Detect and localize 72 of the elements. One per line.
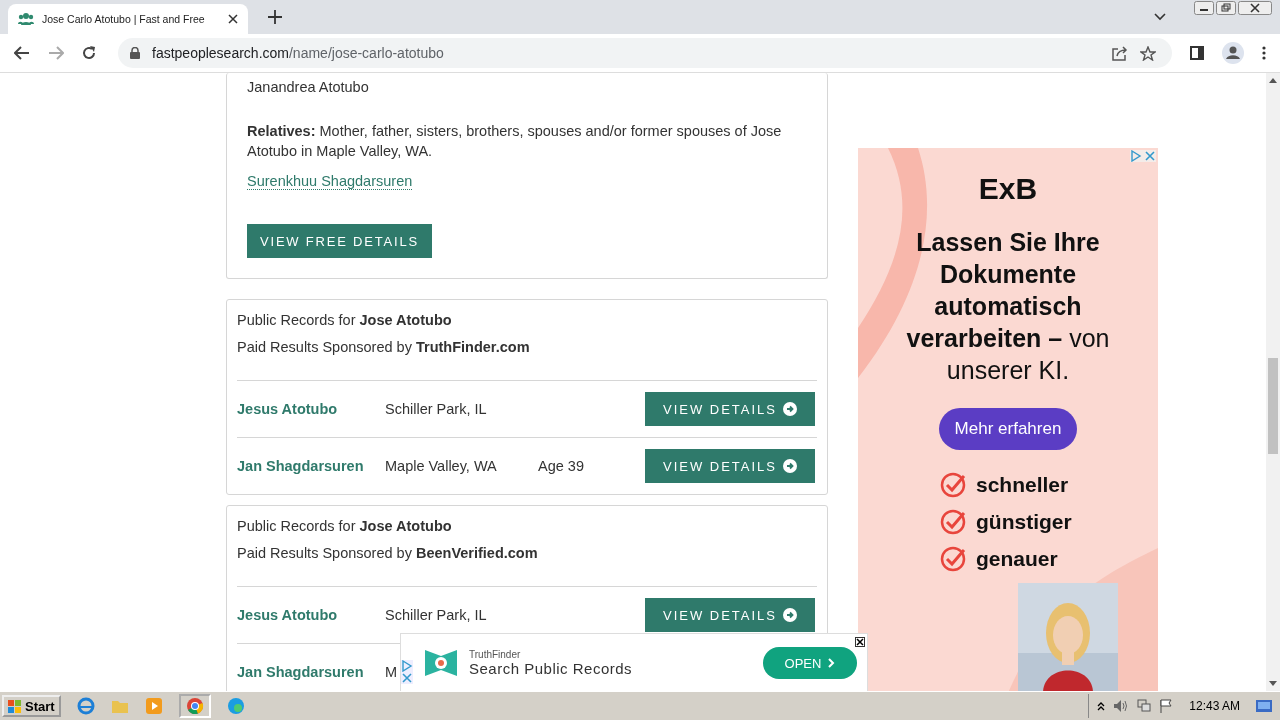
side-panel-icon[interactable] (1190, 46, 1204, 60)
location-text: Maple Valley, WA (385, 458, 497, 474)
check-circle-icon (940, 472, 966, 498)
relative-link[interactable]: Surenkhuu Shagdarsuren (247, 173, 413, 190)
learn-more-button[interactable]: Mehr erfahren (938, 408, 1078, 450)
arrow-circle-icon (783, 402, 798, 416)
person-name-link[interactable]: Jan Shagdarsuren (237, 664, 385, 680)
ad-title: Search Public Records (469, 660, 633, 677)
caret-up-icon[interactable] (1097, 701, 1106, 711)
network-icon[interactable] (1137, 699, 1152, 713)
view-details-button[interactable]: VIEW DETAILS (645, 598, 815, 632)
minimize-icon[interactable] (1194, 1, 1214, 15)
people-icon (18, 12, 34, 26)
advertiser-name: TruthFinder (469, 649, 522, 660)
arrow-circle-icon (783, 459, 798, 473)
scroll-up-icon[interactable] (1269, 78, 1277, 83)
sticky-ad-banner[interactable]: TruthFinder Search Public Records OPEN (400, 633, 868, 691)
chevron-right-icon (827, 658, 836, 668)
sponsor-text: Paid Results Sponsored by TruthFinder.com (237, 339, 531, 357)
check-circle-icon (940, 509, 966, 535)
person-name-link[interactable]: Jan Shagdarsuren (237, 458, 385, 474)
address-bar[interactable]: fastpeoplesearch.com/name/jose-carlo-atotubo (118, 38, 1172, 68)
ad-choices-icon[interactable] (401, 660, 413, 672)
restore-icon[interactable] (1216, 1, 1236, 15)
menu-icon[interactable] (1262, 46, 1266, 60)
back-icon[interactable] (14, 46, 30, 60)
close-icon[interactable] (228, 14, 238, 24)
check-circle-icon (940, 546, 966, 572)
location-text: Schiller Park, IL (385, 607, 487, 623)
benefit-text: günstiger (976, 510, 1072, 534)
location-text: Schiller Park, IL (385, 401, 487, 417)
profile-icon[interactable] (1222, 42, 1244, 64)
relative-name: Janandrea Atotubo (247, 79, 369, 95)
person-name-link[interactable]: Jesus Atotubo (237, 607, 385, 623)
open-button[interactable]: OPEN (763, 647, 857, 679)
url-text: fastpeoplesearch.com/name/jose-carlo-atotubo (152, 45, 444, 61)
flag-icon[interactable] (1159, 699, 1174, 713)
browser-icon[interactable] (76, 697, 95, 715)
records-title: Public Records for Jose Atotubo (237, 518, 453, 536)
new-tab-icon[interactable] (268, 10, 282, 24)
scrollbar-thumb[interactable] (1268, 358, 1278, 454)
app-logo-icon (425, 650, 457, 676)
scroll-down-icon[interactable] (1269, 681, 1277, 686)
browser-tab[interactable]: Jose Carlo Atotubo | Fast and Free (8, 4, 248, 34)
relatives-text: Relatives: Mother, father, sisters, brothers, spouses and/or former spouses of Jose Atotubo in Maple Valley, WA. (247, 122, 783, 161)
speaker-icon[interactable] (1113, 699, 1130, 713)
view-details-button[interactable]: VIEW DETAILS (645, 449, 815, 483)
location-text: M (385, 664, 398, 680)
close-icon[interactable] (855, 637, 865, 647)
person-name-link[interactable]: Jesus Atotubo (237, 401, 385, 417)
records-title: Public Records for Jose Atotubo (237, 312, 453, 330)
view-details-button[interactable]: VIEW DETAILS (645, 392, 815, 426)
sponsor-text: Paid Results Sponsored by BeenVerified.com (237, 545, 539, 563)
share-icon[interactable] (1112, 45, 1128, 61)
lock-icon (130, 47, 140, 59)
ad-choices-icon[interactable] (1130, 150, 1142, 162)
benefit-text: genauer (976, 547, 1058, 571)
brand-logo: ExB (978, 172, 1038, 206)
chrome-icon[interactable] (185, 697, 204, 715)
start-button[interactable]: Start (2, 695, 61, 717)
close-icon[interactable] (1238, 1, 1272, 15)
star-icon[interactable] (1140, 45, 1156, 61)
benefit-text: schneller (976, 473, 1069, 497)
age-text: Age 39 (538, 458, 584, 474)
clock-text: 12:43 AM (1189, 699, 1240, 713)
arrow-circle-icon (783, 608, 798, 622)
view-free-details-button[interactable]: VIEW FREE DETAILS (247, 224, 432, 258)
ad-headline: Lassen Sie Ihre Dokumente automatisch verarbeiten – von unserer KI. (905, 227, 1111, 386)
windows-logo-icon (8, 699, 22, 713)
reload-icon[interactable] (82, 46, 96, 60)
tab-title: Jose Carlo Atotubo | Fast and Free (42, 13, 206, 25)
chevron-down-icon[interactable] (1154, 13, 1166, 21)
